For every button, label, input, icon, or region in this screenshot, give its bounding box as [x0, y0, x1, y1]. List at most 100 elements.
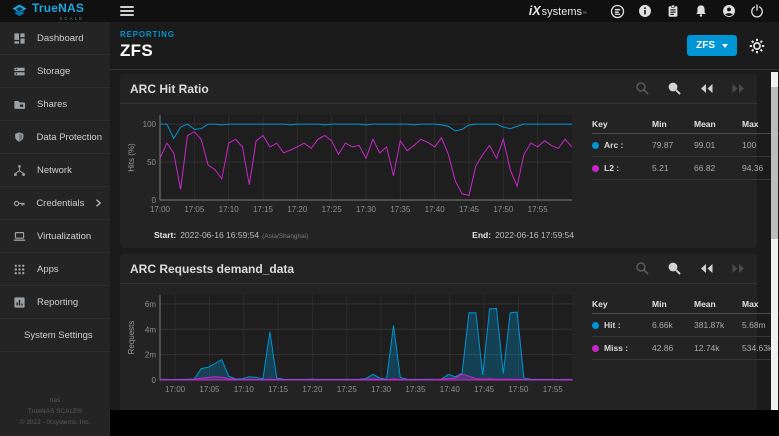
sidebar-item-label: Data Protection — [37, 132, 102, 143]
svg-text:17:50: 17:50 — [508, 385, 529, 394]
reports-config-gear-icon[interactable] — [749, 38, 765, 54]
sidebar-item-reporting[interactable]: Reporting — [0, 286, 110, 319]
sidebar-item-network[interactable]: Network — [0, 154, 110, 187]
svg-text:17:00: 17:00 — [150, 205, 171, 214]
truenas-app: TrueNAS SCALE iXsystems™ — [0, 0, 779, 436]
menu-toggle-icon[interactable] — [120, 4, 134, 18]
jobs-icon[interactable] — [661, 1, 685, 21]
sidebar-footer: nas TrueNAS SCALE® © 2022 - iXsystems, I… — [0, 395, 110, 428]
chart-card-arc-requests-demand-data: ARC Requests demand_data 17:0017:0517:10… — [120, 254, 757, 410]
series-color-dot — [592, 345, 599, 352]
reports-scroll-area: ARC Hit Ratio 17:0017:0517:1017:1517:201… — [110, 70, 779, 410]
sidebar-item-dashboard[interactable]: Dashboard — [0, 22, 110, 55]
content-clip-strip — [110, 410, 779, 436]
alerts-bell-icon[interactable] — [689, 1, 713, 21]
sidebar-item-system-settings[interactable]: System Settings — [0, 319, 110, 352]
svg-text:17:20: 17:20 — [302, 385, 323, 394]
svg-text:17:10: 17:10 — [234, 385, 255, 394]
series-color-dot — [592, 165, 599, 172]
sidebar-item-storage[interactable]: Storage — [0, 55, 110, 88]
sidebar-item-label: Credentials — [36, 198, 84, 209]
svg-text:Hits (%): Hits (%) — [127, 143, 136, 172]
sidebar-item-credentials[interactable]: Credentials — [0, 187, 110, 220]
svg-text:17:30: 17:30 — [356, 205, 377, 214]
sidebar-item-data-protection[interactable]: Data Protection — [0, 121, 110, 154]
svg-text:17:25: 17:25 — [337, 385, 358, 394]
svg-text:Requests: Requests — [127, 321, 136, 355]
svg-text:100: 100 — [143, 120, 157, 129]
dashboard-icon — [13, 32, 26, 45]
chart-title: ARC Hit Ratio — [130, 82, 209, 96]
chevron-right-icon — [95, 198, 102, 208]
sidebar-item-label: Dashboard — [37, 33, 83, 44]
svg-text:17:40: 17:40 — [440, 385, 461, 394]
chevron-down-icon — [722, 44, 728, 48]
legend-row-hit: Hit : — [592, 314, 652, 337]
shield-icon — [13, 131, 26, 144]
svg-text:17:05: 17:05 — [199, 385, 220, 394]
svg-text:17:15: 17:15 — [268, 385, 289, 394]
brand-name: TrueNAS — [32, 1, 84, 15]
sidebar-item-label: System Settings — [24, 330, 93, 341]
time-range: Start: 2022-06-16 16:59:54 (Asia/Shangha… — [124, 229, 580, 248]
top-bar: TrueNAS SCALE iXsystems™ — [0, 0, 779, 22]
svg-text:17:20: 17:20 — [287, 205, 308, 214]
sidebar-item-shares[interactable]: Shares — [0, 88, 110, 121]
sidebar-item-label: Virtualization — [37, 231, 91, 242]
report-select-button[interactable]: ZFS — [687, 35, 737, 56]
storage-icon — [13, 65, 26, 78]
start-time: 2022-06-16 16:59:54 — [180, 230, 259, 240]
svg-text:17:05: 17:05 — [184, 205, 205, 214]
hostname: nas — [0, 395, 110, 406]
sidebar-item-label: Storage — [37, 66, 70, 77]
svg-text:17:40: 17:40 — [425, 205, 446, 214]
svg-text:0: 0 — [152, 196, 157, 205]
scrollbar-track[interactable] — [771, 72, 778, 410]
arc-requests-demand-data-plot[interactable]: 17:00 17:05 17:10 17:15 17:20 17:25 17:30 17:35… — [124, 288, 580, 404]
svg-text:4m: 4m — [145, 325, 156, 334]
timezone: (Asia/Shanghai) — [262, 233, 308, 240]
svg-text:2m: 2m — [145, 351, 156, 360]
truenas-logo[interactable]: TrueNAS SCALE — [0, 0, 110, 22]
svg-text:17:55: 17:55 — [528, 205, 549, 214]
scrollbar-thumb[interactable] — [771, 87, 778, 239]
main-area: REPORTING ZFS ZFS ARC Hit Ratio — [110, 22, 779, 436]
step-back-icon[interactable] — [697, 260, 715, 278]
step-forward-icon[interactable] — [729, 80, 747, 98]
series-color-dot — [592, 322, 599, 329]
svg-text:17:35: 17:35 — [390, 205, 411, 214]
step-forward-icon[interactable] — [729, 260, 747, 278]
sidebar-item-apps[interactable]: Apps — [0, 253, 110, 286]
arc-hit-ratio-plot[interactable]: 17:00 17:05 17:10 17:15 17:20 17:25 17:30 17:35… — [124, 108, 580, 224]
legend-row-miss: Miss : — [592, 337, 652, 360]
network-icon — [13, 164, 26, 177]
account-icon[interactable] — [717, 1, 741, 21]
sidebar: Dashboard Storage Shares Data Protection… — [0, 22, 110, 436]
zoom-out-icon[interactable] — [633, 80, 651, 98]
sidebar-item-virtualization[interactable]: Virtualization — [0, 220, 110, 253]
svg-text:17:25: 17:25 — [322, 205, 343, 214]
zoom-in-icon[interactable] — [665, 80, 683, 98]
zoom-out-icon[interactable] — [633, 260, 651, 278]
svg-text:17:15: 17:15 — [253, 205, 274, 214]
page-title: ZFS — [120, 41, 175, 61]
sidebar-item-label: Apps — [37, 264, 59, 275]
svg-text:17:30: 17:30 — [371, 385, 392, 394]
sidebar-item-label: Shares — [37, 99, 67, 110]
chart-legend: Key Min Mean Max Hit : 6.66k 381.87k 5.6… — [592, 296, 779, 410]
reporting-chart-icon — [13, 296, 26, 309]
copyright: © 2022 - iXsystems, Inc. — [0, 417, 110, 428]
svg-text:17:10: 17:10 — [219, 205, 240, 214]
truecommand-icon[interactable] — [605, 1, 629, 21]
svg-text:17:55: 17:55 — [543, 385, 564, 394]
step-back-icon[interactable] — [697, 80, 715, 98]
zoom-in-icon[interactable] — [665, 260, 683, 278]
svg-text:17:00: 17:00 — [165, 385, 186, 394]
key-icon — [13, 197, 25, 210]
info-icon[interactable] — [633, 1, 657, 21]
apps-grid-icon — [13, 263, 26, 276]
breadcrumb[interactable]: REPORTING — [120, 30, 175, 39]
svg-text:17:35: 17:35 — [405, 385, 426, 394]
sidebar-item-label: Reporting — [37, 297, 78, 308]
power-icon[interactable] — [745, 1, 769, 21]
